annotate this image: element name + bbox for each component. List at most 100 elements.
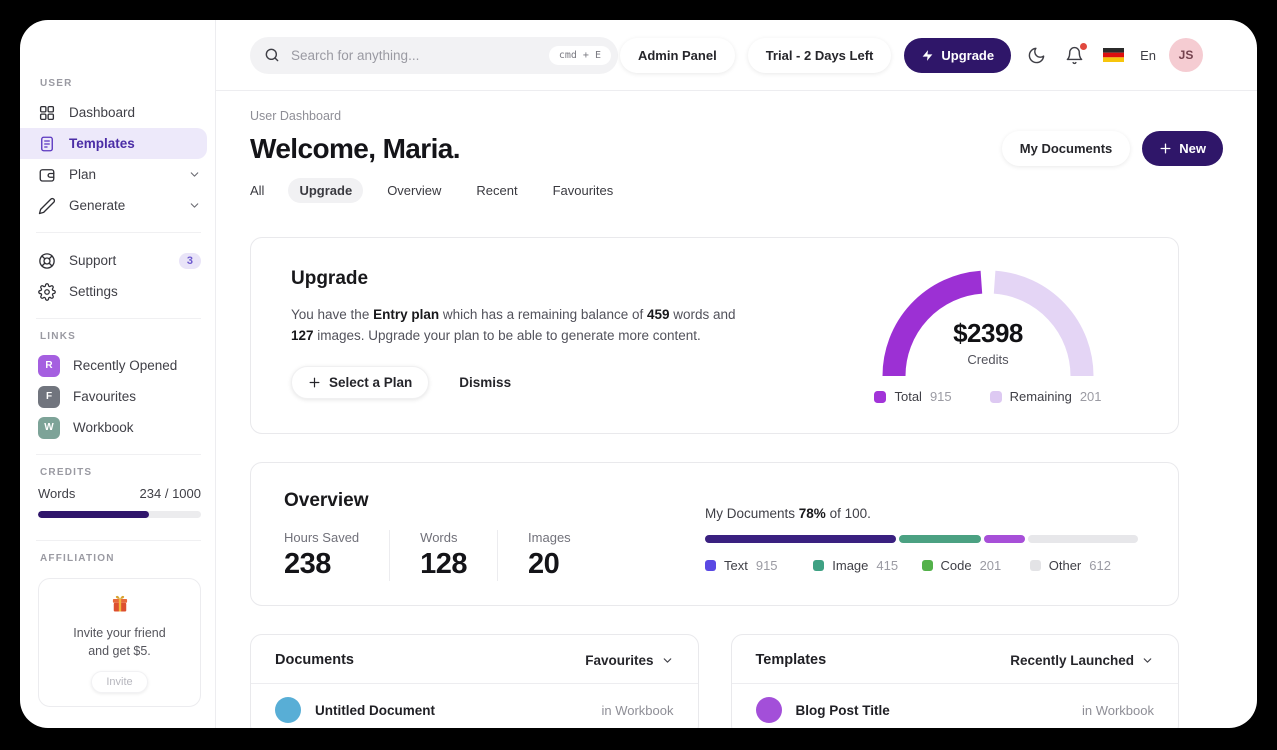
sidebar-item-generate[interactable]: Generate	[38, 190, 201, 221]
overview-stats-panel: Overview Hours Saved 238 Words 128 Image…	[284, 490, 669, 581]
search-shortcut-badge: cmd + E	[548, 45, 611, 65]
legend-label: Text	[724, 558, 748, 573]
tab-all[interactable]: All	[239, 178, 275, 203]
sidebar-item-support[interactable]: Support 3	[38, 245, 201, 276]
legend-value: 915	[929, 389, 952, 404]
legend-value: 201	[1079, 389, 1102, 404]
wallet-icon	[38, 166, 56, 184]
invite-button[interactable]: Invite	[91, 671, 148, 694]
my-documents-button[interactable]: My Documents	[1001, 131, 1131, 166]
tab-recent[interactable]: Recent	[465, 178, 528, 203]
chevron-down-icon	[188, 168, 201, 181]
language-label[interactable]: En	[1140, 48, 1156, 63]
sidebar-link-label: Recently Opened	[73, 358, 178, 373]
document-list-item[interactable]: Untitled Document in Workbook	[251, 684, 698, 728]
german-flag-icon[interactable]	[1103, 48, 1125, 62]
bar-segment-code	[983, 535, 1025, 543]
search-input[interactable]	[289, 46, 549, 64]
trial-status-button[interactable]: Trial - 2 Days Left	[747, 37, 892, 73]
sidebar-link-workbook[interactable]: W Workbook	[38, 412, 201, 443]
stat-label: Words	[420, 530, 458, 545]
select-plan-button[interactable]: Select a Plan	[291, 365, 430, 399]
upgrade-card-title: Upgrade	[291, 268, 369, 289]
sidebar-link-recently-opened[interactable]: R Recently Opened	[38, 350, 201, 381]
sidebar-item-settings[interactable]: Settings	[38, 276, 201, 307]
documents-card: Documents Favourites Untitled Document i…	[250, 634, 699, 728]
document-name: Untitled Document	[315, 702, 435, 718]
sidebar-divider	[36, 540, 201, 541]
legend-value: 201	[979, 558, 1002, 573]
legend-swatch	[874, 390, 887, 403]
gear-icon	[38, 282, 56, 301]
templates-card-title: Templates	[755, 652, 827, 668]
sidebar-link-favourites[interactable]: F Favourites	[38, 381, 201, 412]
template-list-item[interactable]: Blog Post Title in Workbook	[732, 684, 1179, 728]
upgrade-button[interactable]: Upgrade	[904, 37, 1012, 73]
stat-label: Hours Saved	[284, 530, 360, 545]
sidebar-section-credits: CREDITS	[40, 467, 93, 478]
sidebar-item-dashboard[interactable]: Dashboard	[38, 97, 201, 128]
sidebar-section-affiliation: AFFILIATION	[40, 553, 115, 564]
notifications-bell-icon[interactable]	[1065, 42, 1088, 65]
chevron-down-icon	[188, 199, 201, 212]
legend-item-total: Total 915	[874, 389, 952, 404]
documents-stacked-bar	[705, 535, 1138, 543]
search-bar[interactable]: cmd + E	[250, 36, 618, 74]
gauge-center-text: $2398 Credits	[878, 318, 1098, 367]
legend-label: Image	[832, 558, 869, 573]
legend-value: 612	[1089, 558, 1111, 573]
overview-card: Overview Hours Saved 238 Words 128 Image…	[250, 462, 1179, 606]
title-actions: My Documents New	[1001, 131, 1223, 166]
sidebar-item-plan[interactable]: Plan	[38, 159, 201, 190]
sidebar-item-label: Plan	[69, 167, 97, 182]
upgrade-card-left: Upgrade You have the Entry plan which ha…	[291, 268, 736, 405]
gauge-legend: Total 915 Remaining 201	[874, 389, 1102, 404]
legend-label: Other	[1048, 558, 1082, 573]
tab-overview[interactable]: Overview	[376, 178, 452, 203]
sidebar-item-label: Support	[69, 253, 117, 268]
templates-card-header: Templates Recently Launched	[731, 635, 1178, 684]
legend-item-other: Other 612	[1029, 558, 1138, 573]
sidebar-item-label: Settings	[69, 284, 118, 299]
sidebar-item-templates[interactable]: Templates	[20, 128, 207, 159]
sidebar-link-label: Workbook	[73, 420, 134, 435]
tab-favourites[interactable]: Favourites	[542, 178, 625, 203]
credits-gauge-panel: $2398 Credits Total 915 Remaining 201	[838, 268, 1138, 405]
gift-icon	[110, 595, 130, 618]
user-avatar[interactable]: JS	[1169, 38, 1203, 72]
tab-upgrade[interactable]: Upgrade	[288, 178, 364, 203]
templates-filter-dropdown[interactable]: Recently Launched	[1010, 653, 1154, 668]
sidebar-section-user: USER	[40, 78, 73, 89]
template-avatar	[755, 697, 782, 723]
admin-panel-button[interactable]: Admin Panel	[619, 37, 735, 73]
upgrade-card-actions: Select a Plan Dismiss	[291, 365, 736, 399]
legend-swatch	[989, 390, 1002, 403]
overview-stats: Hours Saved 238 Words 128 Images 20	[284, 530, 669, 581]
bar-segment-other	[1027, 535, 1138, 543]
legend-label: Remaining	[1009, 389, 1072, 404]
search-icon	[264, 47, 280, 63]
dashboard-content: User Dashboard Welcome, Maria. My Docume…	[216, 91, 1257, 728]
documents-filter-dropdown[interactable]: Favourites	[585, 653, 673, 668]
legend-swatch	[921, 560, 933, 571]
legend-value: 915	[755, 558, 778, 573]
bar-segment-image	[898, 535, 981, 543]
documents-progress-panel: My Documents 78% of 100. Text 915 Image …	[705, 506, 1138, 577]
gauge-amount: $2398	[953, 318, 1023, 348]
new-button[interactable]: New	[1142, 131, 1223, 166]
stat-words: Words 128	[389, 530, 497, 581]
dismiss-button[interactable]: Dismiss	[459, 375, 511, 390]
stat-value: 128	[420, 548, 468, 580]
stat-value: 20	[528, 548, 560, 580]
dark-mode-moon-icon[interactable]	[1027, 46, 1046, 65]
templates-card: Templates Recently Launched Blog Post Ti…	[730, 634, 1179, 728]
legend-item-text: Text 915	[705, 558, 813, 573]
sidebar-divider	[36, 454, 201, 455]
documents-bar-legend: Text 915 Image 415 Code 201 Other 612	[705, 558, 1138, 573]
stat-images: Images 20	[497, 530, 601, 581]
workbook-initial-badge: W	[38, 416, 60, 439]
documents-card-title: Documents	[275, 652, 354, 668]
lifebuoy-icon	[38, 252, 56, 270]
document-avatar	[275, 697, 301, 723]
upgrade-card: Upgrade You have the Entry plan which ha…	[250, 237, 1179, 434]
